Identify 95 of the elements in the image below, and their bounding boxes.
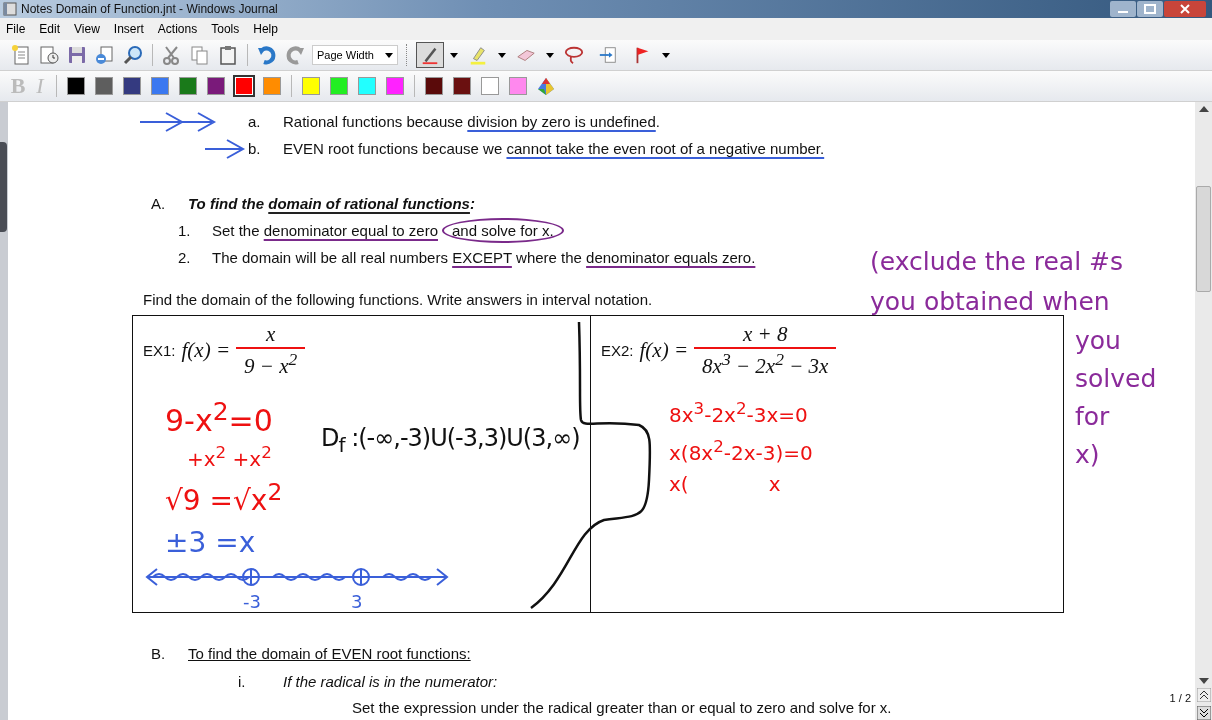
handwritten-note: (exclude the real #s (870, 246, 1125, 278)
menu-item[interactable]: Insert (113, 22, 144, 36)
menu-item[interactable]: View (74, 22, 100, 36)
section-heading: To find the domain of EVEN root functions: (188, 644, 471, 662)
page-clock-icon[interactable] (38, 44, 60, 66)
redo-icon[interactable] (284, 44, 306, 66)
undo-icon[interactable] (256, 44, 278, 66)
menu-item[interactable]: Edit (39, 22, 61, 36)
color-swatch[interactable] (151, 77, 169, 95)
handwritten-math: x (768, 471, 781, 499)
clipboard-icon[interactable] (217, 44, 239, 66)
body-text: Set the expression under the radical greater than or equal to zero and solve for x. (352, 697, 892, 718)
scroll-up-icon[interactable] (1198, 106, 1209, 112)
color-swatch[interactable] (123, 77, 141, 95)
color-swatch[interactable] (386, 77, 404, 95)
example-label: EX2: (601, 342, 634, 359)
handwritten-math: x( (669, 471, 689, 499)
list-marker: a. (248, 113, 262, 130)
send-page-icon[interactable] (94, 44, 116, 66)
example-label: EX1: (143, 342, 176, 359)
handwritten-math: ±3 =x (165, 525, 256, 561)
handwritten-math: x(8x$^{2}$-2x-3)=0 (669, 435, 813, 467)
highlighter-icon (468, 45, 488, 65)
list-marker: B. (151, 644, 167, 662)
list-marker: 1. (178, 222, 192, 239)
instruction-text: Find the domain of the following functions. Write answers in interval notation. (143, 291, 653, 310)
list-marker: 2. (178, 249, 192, 266)
color-swatch[interactable] (453, 77, 471, 95)
color-swatch[interactable] (481, 77, 499, 95)
handwritten-math: √9 =√x$^{2}$ (165, 476, 283, 519)
search-icon[interactable] (122, 44, 144, 66)
color-swatch[interactable] (67, 77, 85, 95)
function-name: f(x) = (639, 338, 689, 363)
list-marker: b. (248, 140, 262, 157)
new-page-icon[interactable] (10, 44, 32, 66)
handwritten-label: 3 (350, 593, 363, 611)
zoom-dropdown[interactable]: Page Width (312, 45, 398, 65)
handwritten-note: solved (1075, 363, 1157, 395)
maximize-icon[interactable] (1137, 1, 1163, 17)
numerator: x + 8 (741, 322, 789, 347)
reason-text: EVEN root functions because we cannot take the even root of a negative number. (283, 140, 825, 157)
color-swatch[interactable] (425, 77, 443, 95)
handwritten-math: 9-x$^{2}$=0 (165, 396, 273, 440)
previous-page-icon[interactable] (1196, 688, 1211, 702)
scroll-down-icon[interactable] (1198, 678, 1209, 684)
caret-icon[interactable] (546, 52, 554, 58)
list-marker: i. (238, 672, 247, 690)
close-icon[interactable] (1164, 1, 1206, 17)
list-marker: A. (151, 195, 167, 212)
color-swatch[interactable] (302, 77, 320, 95)
color-swatch[interactable] (233, 75, 255, 97)
insert-space-icon (598, 45, 618, 65)
numerator: x (264, 322, 277, 347)
minimize-icon[interactable] (1110, 1, 1136, 17)
color-swatch[interactable] (509, 77, 527, 95)
handwritten-answer: D$_{f}$ :(-∞,-3)U(-3,3)U(3,∞) (321, 424, 580, 457)
section-heading: To find the domain of rational functions: (188, 195, 475, 212)
color-swatch[interactable] (95, 77, 113, 95)
tool-button[interactable] (416, 42, 444, 68)
handwritten-note: x) (1075, 439, 1101, 471)
next-page-icon[interactable] (1196, 706, 1211, 720)
color-swatch[interactable] (207, 77, 225, 95)
step-text: The domain will be all real numbers EXCEPT where the denominator equals zero. (212, 249, 756, 266)
lasso-icon (564, 45, 584, 65)
handwritten-math: 8x$^{3}$-2x$^{2}$-3x=0 (669, 398, 808, 429)
menu-item[interactable]: Tools (211, 22, 240, 36)
caret-icon[interactable] (498, 52, 506, 58)
copy-icon[interactable] (189, 44, 211, 66)
color-swatch[interactable] (330, 77, 348, 95)
reason-text: Rational functions because division by zero is undefined. (283, 113, 660, 130)
color-swatch[interactable] (179, 77, 197, 95)
scroll-thumb[interactable] (1196, 186, 1211, 292)
caret-icon[interactable] (662, 52, 670, 58)
menu-item[interactable]: Actions (157, 22, 198, 36)
window-title: Notes Domain of Function.jnt - Windows Journal (21, 2, 278, 16)
floppy-icon[interactable] (66, 44, 88, 66)
handwritten-label: -3 (243, 593, 261, 611)
handwritten-math: +x$^{2}$ +x$^{2}$ (187, 442, 272, 472)
function-name: f(x) = (181, 338, 231, 363)
caret-icon (385, 52, 393, 58)
page-indicator: 1 / 2 (1169, 692, 1191, 704)
journal-icon (3, 2, 17, 16)
menu-item[interactable]: File (6, 22, 26, 36)
color-swatch[interactable] (358, 77, 376, 95)
menu-item[interactable]: Help (253, 22, 278, 36)
handwritten-note: you obtained when (870, 286, 1111, 318)
pen-icon (420, 45, 440, 65)
handwritten-note: for (1075, 401, 1111, 433)
caret-icon[interactable] (450, 52, 458, 58)
handwritten-note: you (1075, 325, 1122, 357)
denominator: 8x$^{3}$ − 2x$^{2}$ − 3x (694, 347, 837, 379)
vertical-scrollbar[interactable] (1195, 102, 1212, 720)
color-swatch[interactable] (263, 77, 281, 95)
subsection-heading: If the radical is in the numerator: (283, 672, 498, 690)
denominator: 9 − x$^{2}$ (236, 347, 306, 379)
